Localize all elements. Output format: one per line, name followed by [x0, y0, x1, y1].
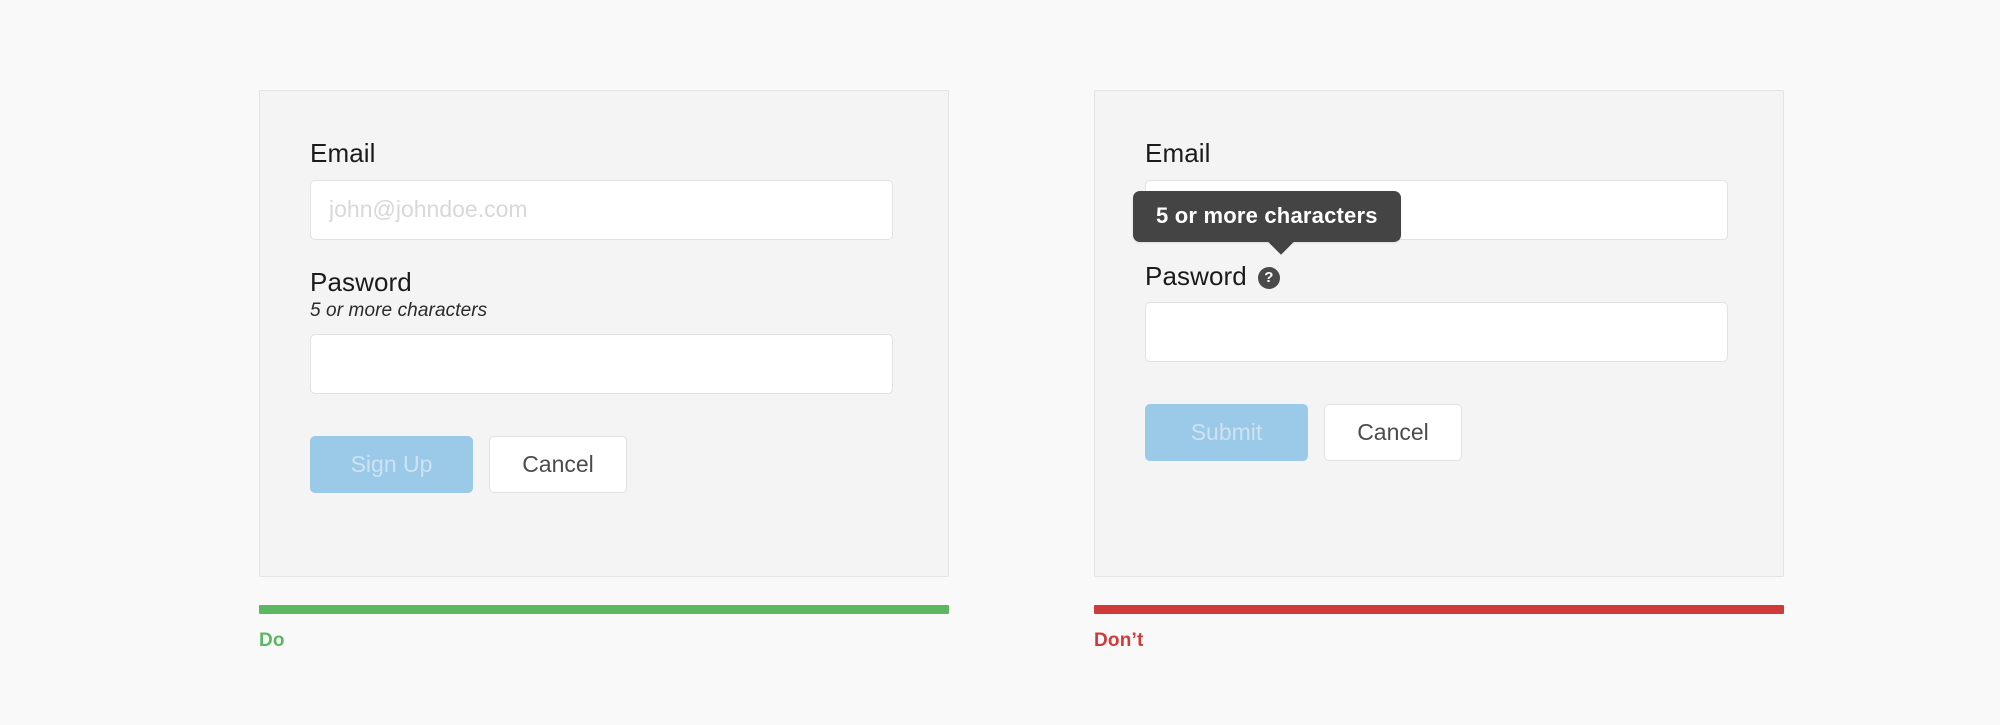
do-button-row: Sign Up Cancel: [310, 436, 893, 494]
do-example: Email Pasword 5 or more characters Sign …: [259, 90, 949, 650]
do-cancel-button[interactable]: Cancel: [489, 436, 627, 494]
dont-example: Email Pasword ? 5 or more characters: [1094, 90, 1784, 650]
submit-button[interactable]: Submit: [1145, 404, 1308, 462]
do-password-input[interactable]: [310, 334, 893, 395]
dont-verdict-label: Don’t: [1094, 630, 1144, 651]
dont-password-field-group: Pasword ? 5 or more characters: [1133, 191, 1728, 363]
do-password-label: Pasword: [310, 266, 412, 297]
dont-password-input[interactable]: [1145, 302, 1728, 363]
dont-button-row: Submit Cancel: [1145, 404, 1728, 462]
help-question-mark-icon[interactable]: ?: [1257, 266, 1280, 289]
do-form-panel: Email Pasword 5 or more characters Sign …: [259, 90, 949, 577]
dont-cancel-button[interactable]: Cancel: [1324, 404, 1462, 462]
sign-up-button[interactable]: Sign Up: [310, 436, 473, 494]
do-verdict-bar: [259, 605, 949, 614]
dont-password-label: Pasword: [1145, 260, 1247, 291]
do-verdict-label: Do: [259, 630, 285, 651]
do-email-field-group: Email: [310, 139, 893, 240]
dont-signup-form: Email Pasword ? 5 or more characters: [1133, 138, 1728, 462]
do-signup-form: Email Pasword 5 or more characters Sign …: [310, 139, 893, 494]
dont-verdict-bar: [1094, 605, 1784, 614]
dont-form-panel: Email Pasword ? 5 or more characters: [1094, 90, 1784, 577]
do-password-helper-text: 5 or more characters: [310, 300, 488, 322]
guideline-comparison: Email Pasword 5 or more characters Sign …: [0, 0, 2000, 725]
do-email-input[interactable]: [310, 179, 893, 240]
do-email-label: Email: [310, 138, 376, 168]
password-tooltip-text: 5 or more characters: [1156, 203, 1378, 228]
dont-email-label: Email: [1145, 138, 1211, 168]
dont-password-label-row: Pasword ?: [1145, 260, 1728, 291]
do-password-field-group: Pasword 5 or more characters: [310, 266, 893, 395]
password-tooltip: 5 or more characters: [1133, 191, 1401, 255]
